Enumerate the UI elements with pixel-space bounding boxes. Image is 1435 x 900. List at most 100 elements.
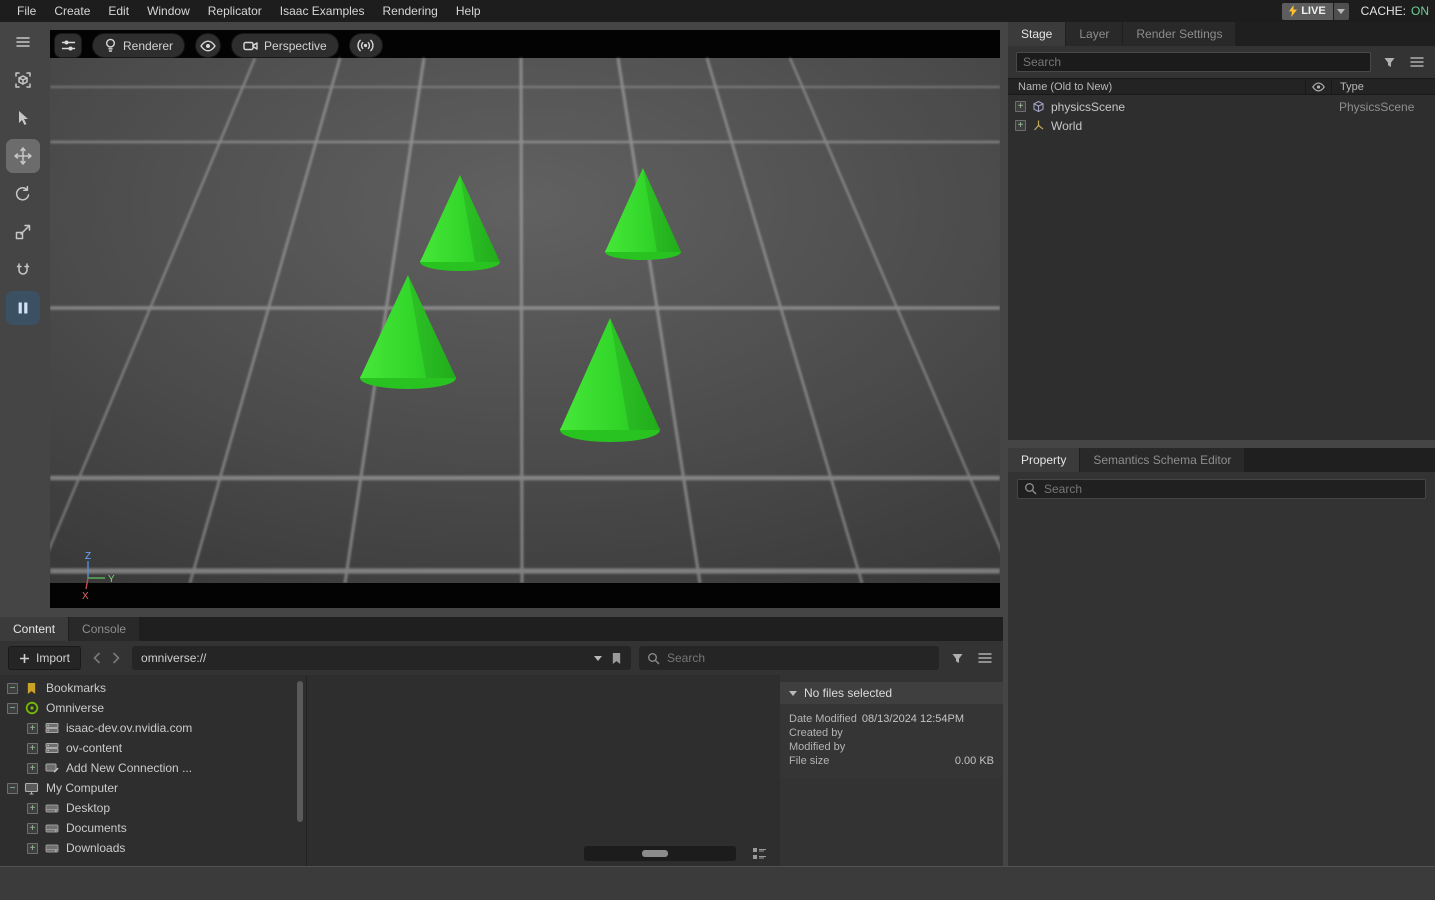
menu-rendering[interactable]: Rendering [373, 0, 446, 22]
tree-item-label: Downloads [66, 841, 125, 855]
content-tab-bar: Content Console [0, 617, 1003, 641]
path-field[interactable]: omniverse:// [132, 646, 631, 670]
stage-column-header: Name (Old to New) Type [1008, 78, 1435, 95]
live-button[interactable]: LIVE [1282, 3, 1332, 20]
field-label: Created by [789, 727, 843, 739]
grid-view-icon[interactable] [752, 847, 767, 860]
expand-toggle[interactable]: + [1015, 120, 1026, 131]
tab-render-settings[interactable]: Render Settings [1123, 22, 1235, 46]
tab-stage[interactable]: Stage [1008, 22, 1065, 46]
expand-toggle[interactable]: + [27, 843, 38, 854]
right-panel: Stage Layer Render Settings Name (Old to… [1008, 22, 1435, 866]
tree-item-downloads[interactable]: + Downloads [0, 838, 306, 858]
property-tab-bar: Property Semantics Schema Editor [1008, 448, 1435, 472]
expand-toggle[interactable]: + [27, 743, 38, 754]
filter-icon[interactable] [1379, 52, 1399, 72]
tree-item-isaac-dev[interactable]: + isaac-dev.ov.nvidia.com [0, 718, 306, 738]
expand-toggle[interactable]: + [27, 803, 38, 814]
tab-layer[interactable]: Layer [1066, 22, 1122, 46]
expand-toggle[interactable]: − [7, 683, 18, 694]
content-browser: Content Console Import omniverse:// [0, 617, 1003, 866]
rotate-tool-icon[interactable] [6, 177, 40, 211]
tree-item-label: Desktop [66, 801, 110, 815]
expand-toggle[interactable]: − [7, 703, 18, 714]
move-tool-icon[interactable] [6, 139, 40, 173]
tree-item-desktop[interactable]: + Desktop [0, 798, 306, 818]
tree-item-documents[interactable]: + Documents [0, 818, 306, 838]
tree-item-add-new-connection[interactable]: + Add New Connection ... [0, 758, 306, 778]
import-button[interactable]: Import [8, 646, 81, 670]
stage-row-world[interactable]: + World [1008, 116, 1435, 135]
path-dropdown-icon[interactable] [594, 656, 602, 661]
expand-toggle[interactable]: − [7, 783, 18, 794]
stage-search-input[interactable] [1016, 52, 1371, 72]
menu-isaac-examples[interactable]: Isaac Examples [271, 0, 374, 22]
tab-semantics-schema-editor[interactable]: Semantics Schema Editor [1080, 448, 1244, 472]
sliders-icon [61, 38, 76, 53]
menu-help[interactable]: Help [447, 0, 490, 22]
drive-icon [43, 803, 60, 814]
menu-file[interactable]: File [8, 0, 45, 22]
camera-button[interactable]: Perspective [231, 33, 339, 58]
select-tool-icon[interactable] [6, 101, 40, 135]
axis-gizmo: Z Y X [76, 552, 120, 602]
tab-property[interactable]: Property [1008, 448, 1079, 472]
column-name-header[interactable]: Name (Old to New) [1008, 81, 1305, 93]
pause-button[interactable] [6, 291, 40, 325]
content-tree: − Bookmarks − Omniverse + [0, 675, 306, 866]
view-options-icon[interactable] [975, 648, 995, 668]
menu-replicator[interactable]: Replicator [199, 0, 271, 22]
selection-mode-icon[interactable] [6, 63, 40, 97]
menu-bar: File Create Edit Window Replicator Isaac… [0, 0, 1435, 22]
collapse-icon [789, 691, 797, 696]
tab-console[interactable]: Console [69, 617, 139, 641]
column-type-header[interactable]: Type [1331, 79, 1435, 94]
viewport-canvas[interactable] [50, 30, 1000, 608]
content-search-input[interactable] [667, 651, 931, 665]
renderer-button[interactable]: Renderer [92, 33, 185, 58]
prim-name: physicsScene [1051, 100, 1125, 114]
details-header[interactable]: No files selected [780, 682, 1003, 704]
filter-icon[interactable] [947, 648, 967, 668]
menu-create[interactable]: Create [45, 0, 99, 22]
tree-item-ov-content[interactable]: + ov-content [0, 738, 306, 758]
forward-button[interactable] [108, 646, 124, 670]
viewport-settings-button[interactable] [54, 33, 82, 58]
slider-handle[interactable] [642, 850, 668, 857]
drive-icon [43, 823, 60, 834]
prim-type: PhysicsScene [1339, 100, 1414, 114]
status-bar [0, 866, 1435, 900]
tree-scrollbar[interactable] [297, 681, 303, 822]
bookmark-icon [23, 682, 40, 695]
property-search-input[interactable] [1017, 479, 1426, 499]
snap-tool-icon[interactable] [6, 253, 40, 287]
render-mode-button[interactable] [349, 33, 383, 58]
scale-tool-icon[interactable] [6, 215, 40, 249]
tab-content[interactable]: Content [0, 617, 68, 641]
stage-row-physicsscene[interactable]: + physicsScene PhysicsScene [1008, 97, 1435, 116]
viewport[interactable]: Renderer Perspective Z Y X [50, 30, 1000, 608]
current-path: omniverse:// [141, 651, 585, 665]
visibility-column-icon[interactable] [1305, 79, 1331, 94]
bookmark-add-icon[interactable] [611, 652, 622, 665]
viewport-toolbar: Renderer Perspective [54, 33, 383, 58]
tree-item-omniverse[interactable]: − Omniverse [0, 698, 306, 718]
expand-toggle[interactable]: + [27, 823, 38, 834]
tree-item-my-computer[interactable]: − My Computer [0, 778, 306, 798]
expand-toggle[interactable]: + [1015, 101, 1026, 112]
menu-window[interactable]: Window [138, 0, 199, 22]
expand-toggle[interactable]: + [27, 723, 38, 734]
back-button[interactable] [89, 646, 105, 670]
property-panel: Property Semantics Schema Editor [1008, 448, 1435, 866]
options-menu-icon[interactable] [1407, 52, 1427, 72]
field-value: 08/13/2024 12:54PM [862, 713, 964, 725]
expand-toggle[interactable]: + [27, 763, 38, 774]
toolbar-grip-icon[interactable] [6, 25, 40, 59]
visibility-button[interactable] [195, 33, 221, 58]
thumbnail-size-slider[interactable] [584, 846, 736, 861]
camera-icon [243, 40, 258, 52]
menu-edit[interactable]: Edit [99, 0, 138, 22]
file-grid-area[interactable] [306, 675, 780, 866]
live-dropdown-button[interactable] [1334, 3, 1349, 20]
tree-item-bookmarks[interactable]: − Bookmarks [0, 678, 306, 698]
